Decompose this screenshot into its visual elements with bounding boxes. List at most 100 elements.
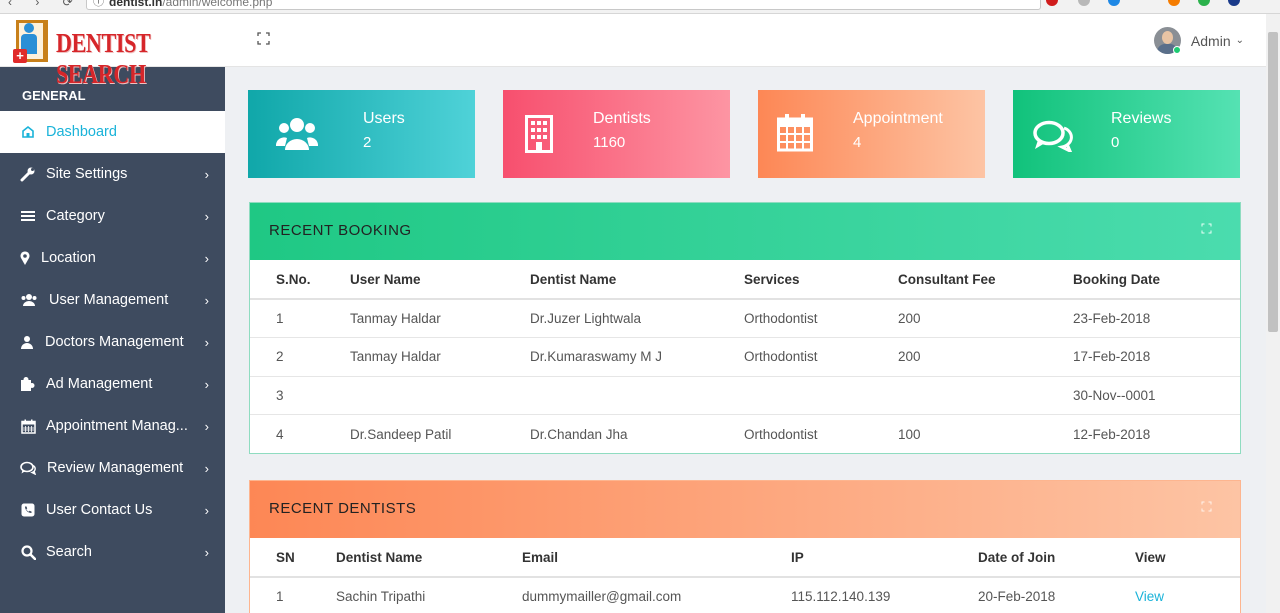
column-header: View: [1135, 538, 1240, 578]
cell-sno: 1: [250, 299, 350, 338]
cell-services: Orthodontist: [744, 299, 898, 338]
fullscreen-icon[interactable]: [1201, 501, 1212, 512]
sidebar-item-review-management[interactable]: Review Management ›: [0, 447, 225, 489]
chevron-right-icon: ›: [204, 208, 209, 224]
table-row[interactable]: 4 Dr.Sandeep Patil Dr.Chandan Jha Orthod…: [250, 415, 1240, 454]
fullscreen-icon[interactable]: [1201, 223, 1212, 234]
cell-dentist-name: Sachin Tripathi: [336, 577, 522, 613]
cell-date: 12-Feb-2018: [1073, 426, 1151, 442]
table-row[interactable]: 1 Tanmay Haldar Dr.Juzer Lightwala Ortho…: [250, 299, 1240, 338]
sidebar-item-appointment-management[interactable]: Appointment Manag... ›: [0, 405, 225, 447]
phone-icon: [20, 502, 36, 518]
calendar-icon: [777, 114, 813, 152]
user-doctor-icon: [20, 334, 34, 350]
column-header: S.No.: [250, 260, 350, 300]
extension-green-icon[interactable]: [1198, 0, 1210, 6]
chevron-right-icon: ›: [204, 166, 209, 182]
admin-user-menu[interactable]: Admin ⌄: [1153, 27, 1244, 54]
sidebar-item-label: Search: [46, 544, 92, 560]
column-header: Date of Join: [978, 538, 1135, 578]
chevron-right-icon: ›: [204, 292, 209, 308]
cell-dentist-name: Dr.Juzer Lightwala: [530, 299, 744, 338]
chevron-right-icon: ›: [204, 376, 209, 392]
sidebar-item-label: Location: [41, 250, 96, 266]
sidebar-item-user-management[interactable]: User Management ›: [0, 279, 225, 321]
browser-toolbar: ‹ › ⟳ ⓘ dentist.in/admin/welcome.php: [0, 0, 1280, 14]
booking-table: S.No. User Name Dentist Name Services Co…: [250, 260, 1240, 453]
url-path: /admin/welcome.php: [162, 0, 273, 9]
chevron-right-icon: ›: [204, 544, 209, 560]
sidebar-item-label: Appointment Manag...: [46, 418, 188, 434]
chevron-right-icon: ›: [204, 250, 209, 266]
cell-services: Orthodontist: [744, 426, 818, 442]
cell-services: Orthodontist: [744, 337, 898, 377]
sidebar-item-label: User Contact Us: [46, 502, 153, 518]
cell-user-name: Dr.Sandeep Patil: [350, 426, 452, 442]
extension-red-icon[interactable]: [1046, 0, 1058, 6]
cell-fee: 100: [898, 426, 921, 442]
cell-date: 17-Feb-2018: [1073, 337, 1240, 377]
top-header: Admin ⌄: [225, 14, 1266, 67]
stat-card-users[interactable]: Users 2: [248, 90, 475, 178]
brand-name: DENTIST SEARCH: [56, 28, 150, 89]
dentists-table: SN Dentist Name Email IP Date of Join Vi…: [250, 538, 1240, 613]
address-bar[interactable]: ⓘ dentist.in/admin/welcome.php: [86, 0, 1041, 10]
cell-date: 23-Feb-2018: [1073, 299, 1240, 338]
cell-fee: 200: [898, 299, 1073, 338]
info-icon: ⓘ: [93, 0, 104, 8]
cell-sno: 3: [250, 376, 350, 415]
sidebar-item-search[interactable]: Search ›: [0, 531, 225, 573]
page-scrollbar[interactable]: [1266, 14, 1280, 613]
puzzle-icon: [20, 376, 36, 392]
cell-sno: 2: [250, 337, 350, 377]
fullscreen-icon[interactable]: [257, 32, 270, 45]
stat-label: Reviews: [1111, 110, 1172, 127]
brand-logo[interactable]: + DENTIST SEARCH: [0, 14, 225, 89]
chevron-down-icon: ⌄: [1235, 35, 1244, 46]
sidebar-item-user-contact-us[interactable]: User Contact Us ›: [0, 489, 225, 531]
wrench-icon: [20, 166, 36, 182]
cell-date: 30-Nov--0001: [1073, 376, 1240, 415]
users-icon: [20, 292, 38, 308]
comments-icon: [1033, 120, 1073, 152]
sidebar-item-category[interactable]: Category ›: [0, 195, 225, 237]
cell-email: dummymailler@gmail.com: [522, 577, 791, 613]
browser-nav-icons[interactable]: ‹ › ⟳: [8, 0, 83, 9]
sidebar-item-label: Doctors Management: [45, 334, 184, 350]
stat-value: 0: [1111, 134, 1120, 151]
table-header-row: S.No. User Name Dentist Name Services Co…: [250, 260, 1240, 300]
table-row[interactable]: 2 Tanmay Haldar Dr.Kumaraswamy M J Ortho…: [250, 337, 1240, 377]
stat-card-dentists[interactable]: Dentists 1160: [503, 90, 730, 178]
cell-services: [744, 376, 898, 415]
extension-gray-icon[interactable]: [1078, 0, 1090, 6]
sidebar-item-dashboard[interactable]: Dashboard: [0, 111, 225, 153]
stat-label: Users: [363, 110, 405, 127]
stat-label: Dentists: [593, 110, 651, 127]
cell-date-of-join: 20-Feb-2018: [978, 577, 1135, 613]
cell-user-name: [350, 376, 530, 415]
calendar-icon: [20, 418, 36, 434]
extension-navy-icon[interactable]: [1228, 0, 1240, 6]
online-status-dot: [1172, 46, 1181, 54]
sidebar-item-site-settings[interactable]: Site Settings ›: [0, 153, 225, 195]
sidebar-item-location[interactable]: Location ›: [0, 237, 225, 279]
sidebar-item-label: Review Management: [47, 460, 184, 476]
sidebar-item-ad-management[interactable]: Ad Management ›: [0, 363, 225, 405]
table-row[interactable]: 3 30-Nov--0001: [250, 376, 1240, 415]
table-row[interactable]: 1 Sachin Tripathi dummymailler@gmail.com…: [250, 577, 1240, 613]
stat-card-reviews[interactable]: Reviews 0: [1013, 90, 1240, 178]
scrollbar-thumb[interactable]: [1268, 32, 1278, 332]
users-icon: [276, 118, 318, 150]
sidebar-item-doctors-management[interactable]: Doctors Management ›: [0, 321, 225, 363]
chevron-right-icon: ›: [204, 502, 209, 518]
cell-dentist-name: [530, 376, 744, 415]
extension-blue-icon[interactable]: [1108, 0, 1120, 6]
view-link[interactable]: View: [1135, 589, 1164, 604]
cell-fee: 200: [898, 337, 1073, 377]
column-header: SN: [250, 538, 336, 578]
stat-card-appointment[interactable]: Appointment 4: [758, 90, 985, 178]
admin-username: Admin: [1190, 32, 1231, 49]
extension-orange-icon[interactable]: [1168, 0, 1180, 6]
building-icon: [525, 115, 553, 153]
cell-sno: 4: [276, 426, 284, 442]
